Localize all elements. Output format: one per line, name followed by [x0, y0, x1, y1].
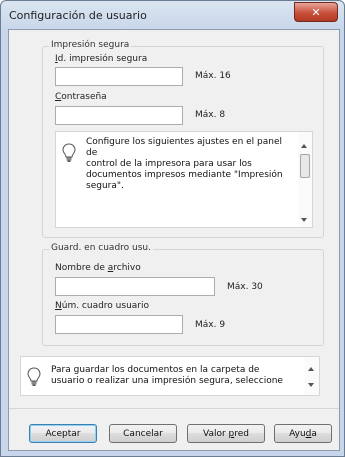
- title-bar[interactable]: Configuración de usuario ✕: [1, 1, 344, 29]
- scroll-down-icon[interactable]: [308, 383, 314, 387]
- cancel-button[interactable]: Cancelar: [109, 424, 177, 443]
- user-box-group: Guard. en cuadro usu. Nombre de archivo …: [42, 243, 324, 346]
- password-max: Máx. 8: [195, 110, 226, 120]
- secure-print-id-max: Máx. 16: [195, 71, 231, 81]
- ok-button[interactable]: Aceptar: [29, 424, 97, 443]
- filename-input[interactable]: [55, 277, 215, 296]
- default-value-button[interactable]: Valor pred: [187, 424, 265, 443]
- secure-print-note-text: Configure los siguientes ajustes en el p…: [86, 137, 283, 191]
- filename-label: Nombre de archivo: [55, 263, 141, 273]
- help-button[interactable]: Ayuda: [274, 424, 332, 443]
- secure-print-note: Configure los siguientes ajustes en el p…: [55, 131, 313, 228]
- scroll-up-icon[interactable]: [308, 367, 314, 371]
- window-title: Configuración de usuario: [9, 9, 147, 22]
- scroll-up-icon[interactable]: [301, 144, 307, 148]
- box-number-label: Núm. cuadro usuario: [55, 301, 149, 311]
- secure-print-group-title: Impresión segura: [49, 40, 132, 50]
- button-separator: [9, 408, 339, 409]
- scroll-thumb[interactable]: [300, 154, 310, 178]
- bottom-note-scrollbar[interactable]: [305, 357, 319, 395]
- close-button[interactable]: ✕: [294, 2, 338, 22]
- close-icon: ✕: [311, 5, 321, 19]
- box-number-max: Máx. 9: [195, 320, 226, 330]
- secure-print-note-scrollbar[interactable]: [298, 132, 312, 227]
- password-label: Contraseña: [55, 92, 107, 102]
- lightbulb-icon: [27, 367, 41, 386]
- bottom-note-text: Para guardar los documentos en la carpet…: [51, 365, 283, 386]
- user-box-group-title: Guard. en cuadro usu.: [49, 243, 153, 253]
- secure-print-id-input[interactable]: [55, 67, 183, 86]
- secure-print-group: Impresión segura Id. impresión segura Má…: [42, 40, 324, 238]
- scroll-down-icon[interactable]: [301, 218, 307, 222]
- secure-print-id-label: Id. impresión segura: [55, 54, 148, 64]
- lightbulb-icon: [62, 143, 76, 162]
- filename-max: Máx. 30: [227, 282, 263, 292]
- dialog-window: Configuración de usuario ✕ Impresión seg…: [0, 0, 345, 457]
- dialog-client-area: Impresión segura Id. impresión segura Má…: [8, 29, 340, 451]
- box-number-input[interactable]: [55, 315, 183, 334]
- bottom-note: Para guardar los documentos en la carpet…: [20, 356, 320, 396]
- password-input[interactable]: [55, 106, 183, 125]
